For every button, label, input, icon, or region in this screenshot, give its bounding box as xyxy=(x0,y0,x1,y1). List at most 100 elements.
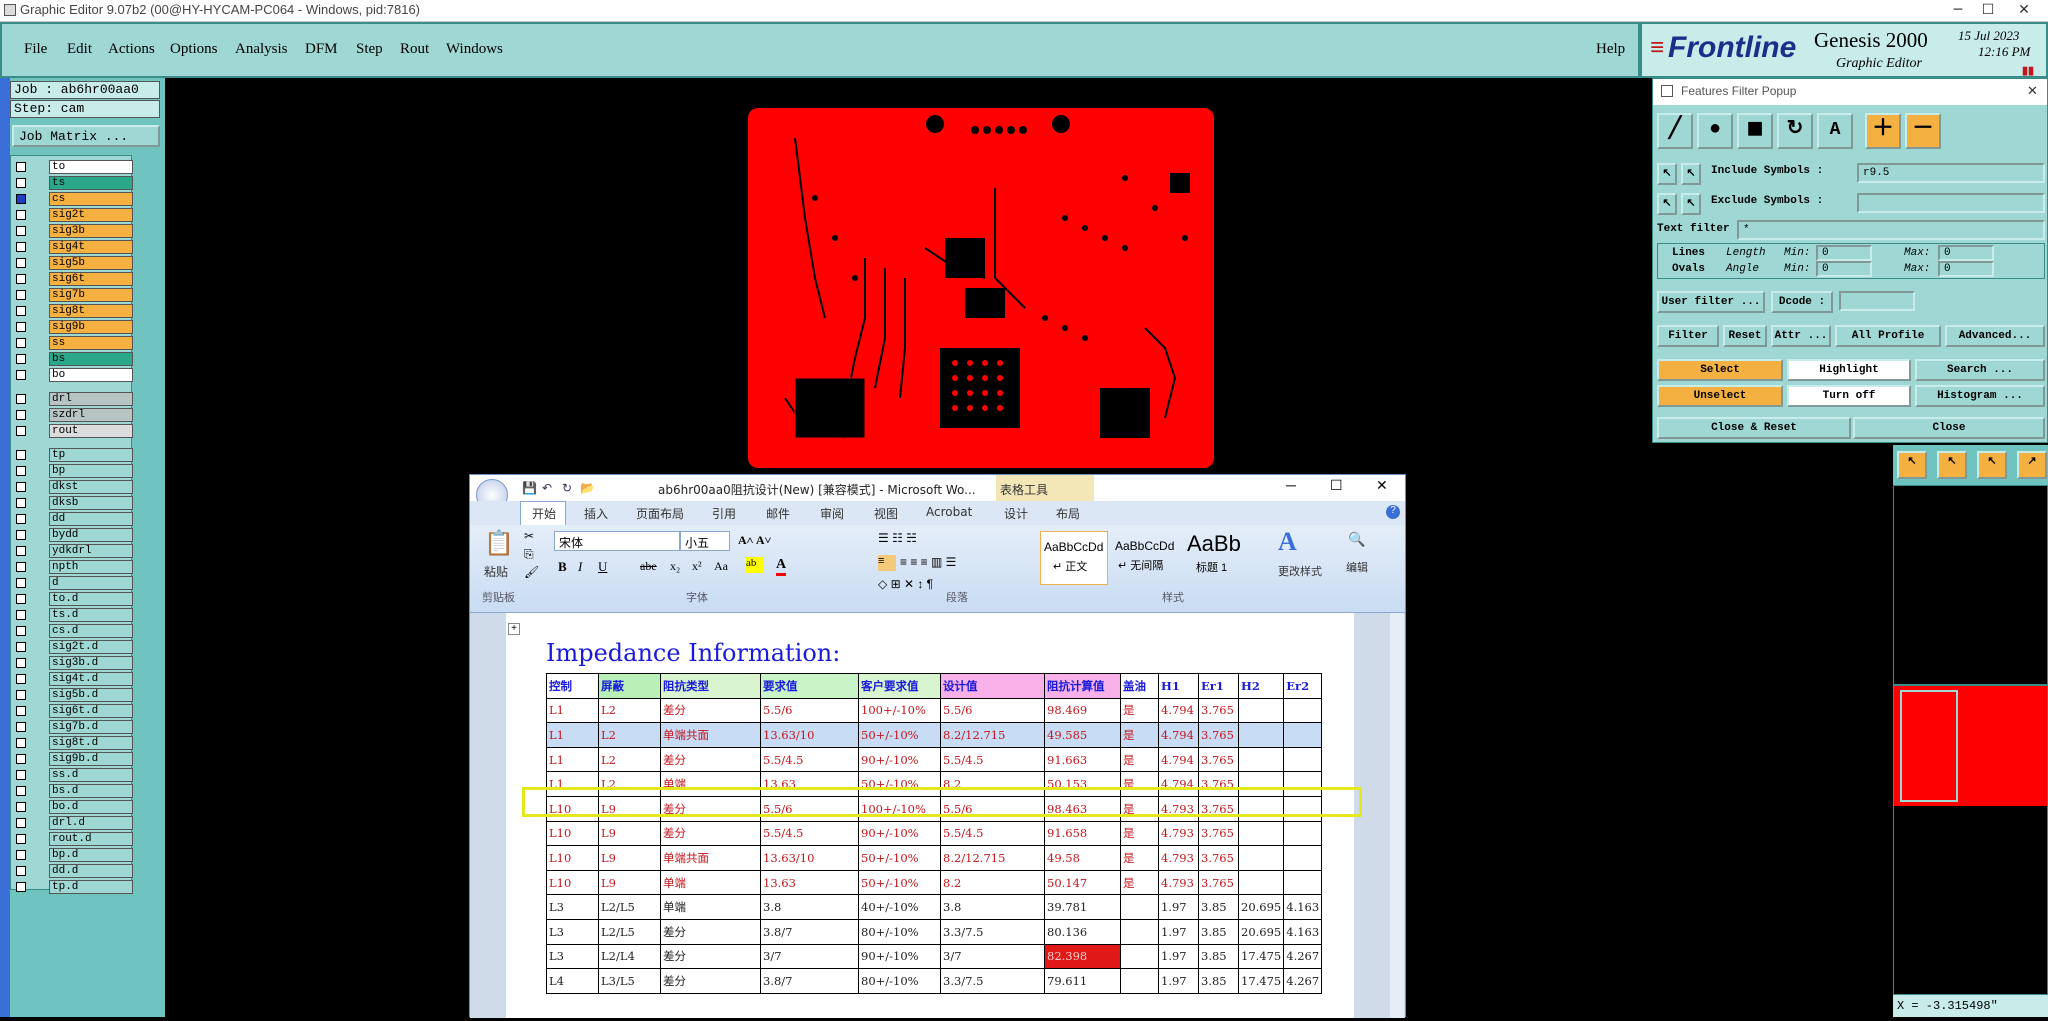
layer-checkbox[interactable] xyxy=(16,162,26,172)
table-cell[interactable]: 91.658 xyxy=(1044,820,1121,847)
layer-checkbox[interactable] xyxy=(16,178,26,188)
table-cell[interactable]: L10 xyxy=(546,845,599,871)
table-cell[interactable]: L9 xyxy=(598,820,661,847)
paste-button[interactable]: 粘贴 xyxy=(484,563,508,580)
layer-checkbox[interactable] xyxy=(16,258,26,268)
layer-name[interactable]: sig4t.d xyxy=(49,672,133,686)
table-cell[interactable]: L2 xyxy=(598,722,661,748)
layer-row[interactable]: dd xyxy=(11,512,133,526)
table-cell[interactable] xyxy=(1283,697,1323,724)
layer-row[interactable]: sig7b.d xyxy=(11,720,133,734)
table-cell[interactable]: 3.765 xyxy=(1198,697,1239,724)
length-max-input[interactable]: 0 xyxy=(1938,245,1994,261)
menu-actions[interactable]: Actions xyxy=(108,41,155,58)
close-button[interactable]: ✕ xyxy=(2002,0,2046,22)
table-header-cell[interactable]: H2 xyxy=(1237,673,1285,699)
table-cell[interactable]: 3.3/7.5 xyxy=(940,918,1045,945)
layer-checkbox[interactable] xyxy=(16,658,26,668)
user-filter-button[interactable]: User filter ... xyxy=(1657,291,1765,313)
layer-row[interactable]: sig2t.d xyxy=(11,640,133,654)
subscript-icon[interactable]: x₂ xyxy=(670,559,680,574)
table-cell[interactable]: 4.163 xyxy=(1283,918,1323,945)
angle-max-input[interactable]: 0 xyxy=(1938,261,1994,277)
angle-checkbox[interactable]: Angle xyxy=(1726,263,1759,275)
attr-button[interactable]: Attr ... xyxy=(1771,325,1831,347)
table-header-cell[interactable]: 控制 xyxy=(546,673,599,699)
format-painter-icon[interactable]: 🖌 xyxy=(524,565,539,579)
table-row[interactable]: L3 L2/L5 差分 3.8/7 80+/-10% 3.3/7.5 80.136 1.97 3… xyxy=(546,918,1323,945)
table-cell[interactable]: L3 xyxy=(546,943,599,970)
edit-button[interactable]: 编辑 xyxy=(1346,559,1368,575)
cut-icon[interactable]: ✂ xyxy=(524,529,534,543)
table-cell[interactable]: 5.5/4.5 xyxy=(940,746,1045,773)
word-maximize-button[interactable]: ☐ xyxy=(1330,477,1343,494)
table-cell[interactable]: 4.794 xyxy=(1158,746,1199,773)
menu-edit[interactable]: Edit xyxy=(67,41,92,58)
table-row[interactable]: L3 L2/L4 差分 3/7 90+/-10% 3/7 82.398 1.97 3.85 17.… xyxy=(546,943,1323,970)
layer-name[interactable]: sig9b.d xyxy=(49,752,133,766)
layer-checkbox[interactable] xyxy=(16,674,26,684)
table-cell[interactable] xyxy=(1237,746,1285,773)
table-cell[interactable]: 3.765 xyxy=(1198,722,1239,748)
layer-row[interactable]: bo xyxy=(11,368,133,382)
layer-row[interactable]: sig3b xyxy=(11,224,133,238)
tab-acrobat[interactable]: Acrobat xyxy=(926,505,972,519)
table-cell[interactable]: 3.8 xyxy=(940,894,1045,920)
table-cell[interactable]: 3.85 xyxy=(1198,918,1239,945)
table-cell[interactable]: 39.781 xyxy=(1044,894,1121,920)
unselect-button[interactable]: Unselect xyxy=(1657,385,1783,407)
layer-name[interactable]: cs xyxy=(49,192,133,206)
table-cell[interactable]: L1 xyxy=(546,697,599,724)
table-cell[interactable]: 3/7 xyxy=(940,943,1045,970)
table-cell[interactable]: 49.58 xyxy=(1044,845,1121,871)
table-cell[interactable]: 8.2 xyxy=(940,869,1045,896)
layer-checkbox[interactable] xyxy=(16,770,26,780)
layer-name[interactable]: sig4t xyxy=(49,240,133,254)
change-styles-button[interactable]: 更改样式 xyxy=(1278,563,1322,579)
layer-name[interactable]: sig7b xyxy=(49,288,133,302)
exclude-arrow-icon[interactable]: ↖ xyxy=(1657,193,1677,215)
layer-checkbox[interactable] xyxy=(16,690,26,700)
layer-row[interactable]: ss.d xyxy=(11,768,133,782)
table-header-cell[interactable]: H1 xyxy=(1158,673,1199,699)
popup-close-icon[interactable]: ✕ xyxy=(2027,83,2038,99)
highlight-button[interactable]: Highlight xyxy=(1787,359,1911,381)
layer-row[interactable]: rout.d xyxy=(11,832,133,846)
table-cell[interactable]: 差分 xyxy=(660,968,761,994)
tab-home[interactable]: 开始 xyxy=(532,505,556,522)
table-cell[interactable]: 1.97 xyxy=(1158,894,1199,920)
font-name-select[interactable]: 宋体 xyxy=(554,531,680,551)
table-row[interactable]: L3 L2/L5 单端 3.8 40+/-10% 3.8 39.781 1.97 3.85 20.… xyxy=(546,894,1323,920)
table-cell[interactable]: 5.5/4.5 xyxy=(760,820,859,847)
layer-name[interactable]: to xyxy=(49,160,133,174)
layer-name[interactable]: bp.d xyxy=(49,848,133,862)
layer-row[interactable]: sig4t.d xyxy=(11,672,133,686)
mini-map[interactable] xyxy=(1893,685,2048,995)
layer-checkbox[interactable] xyxy=(16,466,26,476)
table-cell[interactable]: 是 xyxy=(1120,820,1159,847)
table-cell[interactable]: 90+/-10% xyxy=(858,943,941,970)
grow-font-icon[interactable]: A˄ A˅ xyxy=(738,533,771,548)
table-cell[interactable] xyxy=(1120,918,1159,945)
arc-feature-icon[interactable]: ↻ xyxy=(1777,113,1813,149)
layer-name[interactable]: bs xyxy=(49,352,133,366)
layer-checkbox[interactable] xyxy=(16,354,26,364)
find-icon[interactable]: 🔍 xyxy=(1348,531,1365,548)
close-filter-button[interactable]: Close xyxy=(1853,417,2045,439)
word-minimize-button[interactable]: ─ xyxy=(1286,477,1296,493)
table-cell[interactable]: 差分 xyxy=(660,746,761,773)
table-cell[interactable]: 17.475 xyxy=(1237,943,1285,970)
font-size-select[interactable]: 小五 xyxy=(680,531,730,551)
open-icon[interactable]: 📂 xyxy=(580,481,595,495)
layer-row[interactable]: bo.d xyxy=(11,800,133,814)
table-cell[interactable]: 4.793 xyxy=(1158,845,1199,871)
table-cell[interactable] xyxy=(1120,943,1159,970)
menu-help[interactable]: Help xyxy=(1596,41,1625,58)
histogram-button[interactable]: Histogram ... xyxy=(1915,385,2045,407)
layer-row[interactable]: d xyxy=(11,576,133,590)
layer-checkbox[interactable] xyxy=(16,242,26,252)
surface-feature-icon[interactable]: ◼ xyxy=(1737,113,1773,149)
exclude-pick-icon[interactable]: ↖ xyxy=(1681,193,1701,215)
layer-row[interactable]: sig5b xyxy=(11,256,133,270)
table-cell[interactable]: 5.5/4.5 xyxy=(940,820,1045,847)
